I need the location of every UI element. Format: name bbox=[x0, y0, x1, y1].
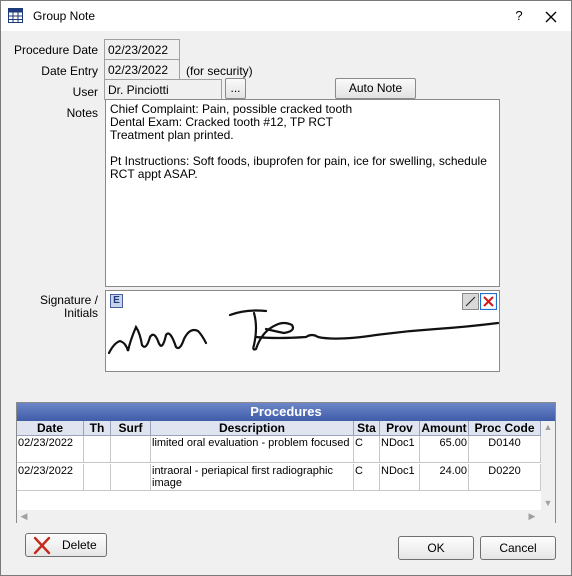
initials-label: Initials bbox=[63, 306, 98, 320]
row-sta: C bbox=[354, 464, 380, 491]
procedures-grid: Procedures Date Th Surf Description Sta … bbox=[16, 402, 556, 523]
row-description: intraoral - periapical first radiographi… bbox=[151, 464, 354, 491]
delete-x-icon bbox=[33, 536, 51, 555]
scroll-left-icon[interactable]: ◀ bbox=[17, 510, 31, 523]
scroll-down-icon[interactable]: ▼ bbox=[541, 497, 555, 510]
col-th[interactable]: Th bbox=[84, 421, 111, 436]
delete-button[interactable]: Delete bbox=[25, 533, 107, 557]
row-surf bbox=[111, 436, 151, 463]
signature-pad[interactable]: E bbox=[105, 290, 500, 372]
user-picker-button[interactable]: ... bbox=[225, 78, 246, 99]
col-proc-code[interactable]: Proc Code bbox=[469, 421, 541, 436]
horizontal-scrollbar[interactable]: ◀ ▶ bbox=[17, 510, 555, 523]
close-icon[interactable] bbox=[539, 6, 563, 28]
row-amount: 65.00 bbox=[420, 436, 469, 463]
col-prov[interactable]: Prov bbox=[380, 421, 420, 436]
signature-label: Signature / bbox=[39, 293, 98, 307]
date-entry-label: Date Entry bbox=[41, 64, 98, 78]
vertical-scrollbar[interactable]: ▲ ▼ bbox=[541, 421, 555, 510]
procedures-title: Procedures bbox=[17, 403, 555, 421]
row-prov: NDoc1 bbox=[380, 464, 420, 491]
col-surf[interactable]: Surf bbox=[111, 421, 151, 436]
scroll-right-icon[interactable]: ▶ bbox=[525, 510, 539, 523]
row-th bbox=[84, 436, 111, 463]
col-date[interactable]: Date bbox=[17, 421, 84, 436]
row-surf bbox=[111, 464, 151, 491]
row-date: 02/23/2022 bbox=[17, 464, 84, 491]
procedure-date-label: Procedure Date bbox=[13, 43, 98, 57]
user-field: Dr. Pinciotti bbox=[104, 79, 222, 100]
auto-note-button[interactable]: Auto Note bbox=[335, 78, 416, 99]
col-amount[interactable]: Amount bbox=[420, 421, 469, 436]
user-label: User bbox=[72, 85, 98, 99]
app-grid-icon bbox=[8, 8, 23, 23]
row-amount: 24.00 bbox=[420, 464, 469, 491]
row-proc-code: D0140 bbox=[469, 436, 541, 463]
procedure-date-field[interactable]: 02/23/2022 bbox=[104, 39, 180, 60]
group-note-window: Group Note ? Procedure Date 02/23/2022 D… bbox=[0, 0, 572, 576]
row-description: limited oral evaluation - problem focuse… bbox=[151, 436, 354, 463]
row-prov: NDoc1 bbox=[380, 436, 420, 463]
row-th bbox=[84, 464, 111, 491]
title-bar: Group Note ? bbox=[1, 1, 571, 31]
ok-button[interactable]: OK bbox=[398, 536, 474, 560]
help-button[interactable]: ? bbox=[509, 8, 529, 26]
signature-stroke bbox=[107, 309, 500, 355]
delete-label: Delete bbox=[62, 538, 97, 552]
col-sta[interactable]: Sta bbox=[354, 421, 380, 436]
row-sta: C bbox=[354, 436, 380, 463]
for-security-label: (for security) bbox=[186, 64, 253, 78]
table-row[interactable]: 02/23/2022 intraoral - periapical first … bbox=[17, 464, 541, 491]
row-proc-code: D0220 bbox=[469, 464, 541, 491]
procedures-header: Date Th Surf Description Sta Prov Amount… bbox=[17, 421, 541, 436]
col-description[interactable]: Description bbox=[151, 421, 354, 436]
notes-label: Notes bbox=[66, 106, 98, 120]
row-date: 02/23/2022 bbox=[17, 436, 84, 463]
scroll-up-icon[interactable]: ▲ bbox=[541, 421, 555, 434]
cancel-button[interactable]: Cancel bbox=[480, 536, 556, 560]
date-entry-field[interactable]: 02/23/2022 bbox=[104, 59, 180, 80]
window-title: Group Note bbox=[33, 9, 96, 23]
notes-textarea[interactable]: Chief Complaint: Pain, possible cracked … bbox=[105, 99, 500, 287]
table-row[interactable]: 02/23/2022 limited oral evaluation - pro… bbox=[17, 436, 541, 463]
